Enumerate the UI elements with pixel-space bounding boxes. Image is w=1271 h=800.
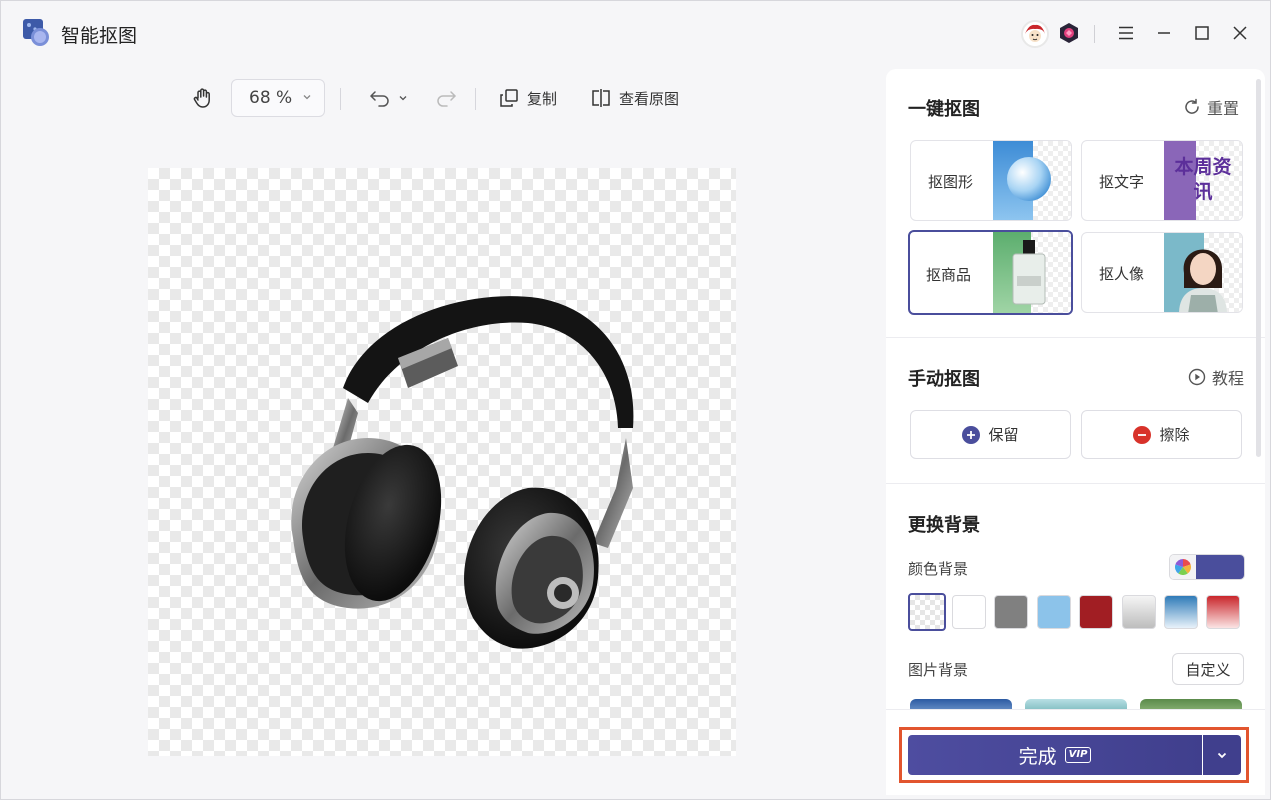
card-label: 抠商品 — [926, 266, 972, 284]
swatch-gradient-gray[interactable] — [1122, 595, 1156, 629]
avatar-face-icon — [1023, 22, 1047, 46]
minimize-icon — [1158, 32, 1170, 34]
editor-toolbar: 68 % 复制 查看原图 — [181, 79, 881, 119]
plus-circle-icon — [962, 425, 981, 444]
portrait-thumbnail — [1164, 233, 1242, 312]
headphones-image — [291, 296, 634, 649]
done-options-dropdown[interactable] — [1203, 735, 1241, 775]
change-background-title: 更换背景 — [908, 515, 980, 536]
keep-label: 保留 — [988, 426, 1019, 444]
done-label: 完成 — [1018, 745, 1057, 768]
app-window: 智能抠图 68 % 复制 查看原图 一键抠图 重置 抠图形 抠文字 本周资讯 抠… — [0, 0, 1271, 800]
reset-label: 重置 — [1206, 99, 1239, 118]
panel-scrollbar[interactable] — [1256, 79, 1261, 457]
maximize-button[interactable] — [1190, 21, 1214, 45]
card-label: 抠人像 — [1099, 265, 1145, 283]
tutorial-label: 教程 — [1211, 369, 1244, 388]
done-button[interactable]: 完成 VIP — [908, 735, 1202, 775]
undo-button[interactable] — [369, 79, 393, 117]
perfume-bottle-icon — [1012, 240, 1046, 305]
menu-button[interactable] — [1114, 21, 1138, 45]
erase-label: 擦除 — [1159, 426, 1190, 444]
color-wheel-icon — [1175, 559, 1191, 575]
chevron-down-icon — [1217, 752, 1227, 759]
shape-thumbnail — [993, 141, 1071, 220]
tutorial-link[interactable]: 教程 — [1188, 365, 1244, 389]
custom-background-button[interactable]: 自定义 — [1172, 653, 1244, 685]
image-background-label: 图片背景 — [908, 661, 969, 679]
close-button[interactable] — [1228, 21, 1252, 45]
reset-button[interactable]: 重置 — [1183, 95, 1239, 119]
card-label: 抠文字 — [1099, 173, 1145, 191]
view-original-label: 查看原图 — [619, 89, 680, 108]
image-canvas[interactable] — [148, 168, 736, 756]
swatch-light-blue[interactable] — [1037, 595, 1071, 629]
refresh-icon — [1185, 98, 1199, 114]
compare-icon — [592, 89, 610, 107]
pan-tool-button[interactable] — [191, 79, 217, 117]
current-color-swatch — [1196, 555, 1244, 579]
manual-cutout-title: 手动抠图 — [908, 369, 980, 390]
copy-label: 复制 — [527, 89, 558, 108]
title-bar-divider — [1094, 25, 1095, 43]
vip-badge-icon[interactable] — [1058, 22, 1080, 44]
color-picker[interactable] — [1169, 554, 1245, 580]
app-logo-icon — [23, 19, 49, 46]
hand-icon — [193, 88, 210, 108]
swatch-transparent[interactable] — [908, 593, 946, 631]
section-divider — [886, 483, 1265, 484]
close-icon — [1233, 26, 1247, 40]
erase-brush-button[interactable]: 擦除 — [1081, 410, 1242, 459]
swatch-dark-red[interactable] — [1079, 595, 1113, 629]
swatch-white[interactable] — [952, 595, 986, 629]
view-original-button[interactable]: 查看原图 — [591, 79, 679, 117]
app-title: 智能抠图 — [61, 25, 138, 47]
keep-brush-button[interactable]: 保留 — [910, 410, 1071, 459]
text-thumbnail: 本周资讯 — [1164, 141, 1242, 220]
text-sample: 本周资讯 — [1174, 156, 1232, 203]
user-avatar[interactable] — [1021, 20, 1049, 48]
maximize-icon — [1195, 26, 1209, 40]
undo-icon — [369, 91, 389, 107]
zoom-select[interactable]: 68 % — [231, 79, 325, 117]
copy-icon — [500, 89, 518, 107]
copy-button[interactable]: 复制 — [499, 79, 557, 117]
sphere-icon — [1007, 157, 1051, 201]
swatch-gradient-blue[interactable] — [1164, 595, 1198, 629]
toolbar-divider — [340, 88, 341, 110]
title-bar: 智能抠图 — [1, 1, 1270, 65]
cutout-shape-card[interactable]: 抠图形 — [910, 140, 1072, 221]
auto-cutout-title: 一键抠图 — [908, 99, 980, 120]
toolbar-divider — [475, 88, 476, 110]
zoom-value: 68 % — [249, 88, 293, 108]
vip-tag: VIP — [1064, 747, 1092, 763]
swatch-gradient-red[interactable] — [1206, 595, 1240, 629]
cutout-portrait-card[interactable]: 抠人像 — [1081, 232, 1243, 313]
hamburger-icon — [1119, 26, 1133, 40]
color-background-label: 颜色背景 — [908, 560, 969, 578]
right-panel: 一键抠图 重置 抠图形 抠文字 本周资讯 抠商品 抠人像 手动抠图 教程 保留 … — [886, 69, 1265, 795]
person-icon — [1179, 249, 1227, 312]
redo-icon — [437, 91, 457, 107]
chevron-down-icon — [303, 95, 311, 100]
minus-circle-icon — [1133, 425, 1152, 444]
play-circle-icon — [1188, 368, 1206, 386]
section-divider — [886, 337, 1265, 338]
product-thumbnail — [993, 232, 1071, 313]
cutout-product-card[interactable]: 抠商品 — [908, 230, 1073, 315]
redo-button[interactable] — [435, 79, 459, 117]
minimize-button[interactable] — [1152, 21, 1176, 45]
card-label: 抠图形 — [928, 173, 974, 191]
swatch-gray[interactable] — [994, 595, 1028, 629]
undo-history-dropdown[interactable] — [398, 79, 412, 117]
cutout-text-card[interactable]: 抠文字 本周资讯 — [1081, 140, 1243, 221]
chevron-down-icon — [399, 96, 407, 101]
